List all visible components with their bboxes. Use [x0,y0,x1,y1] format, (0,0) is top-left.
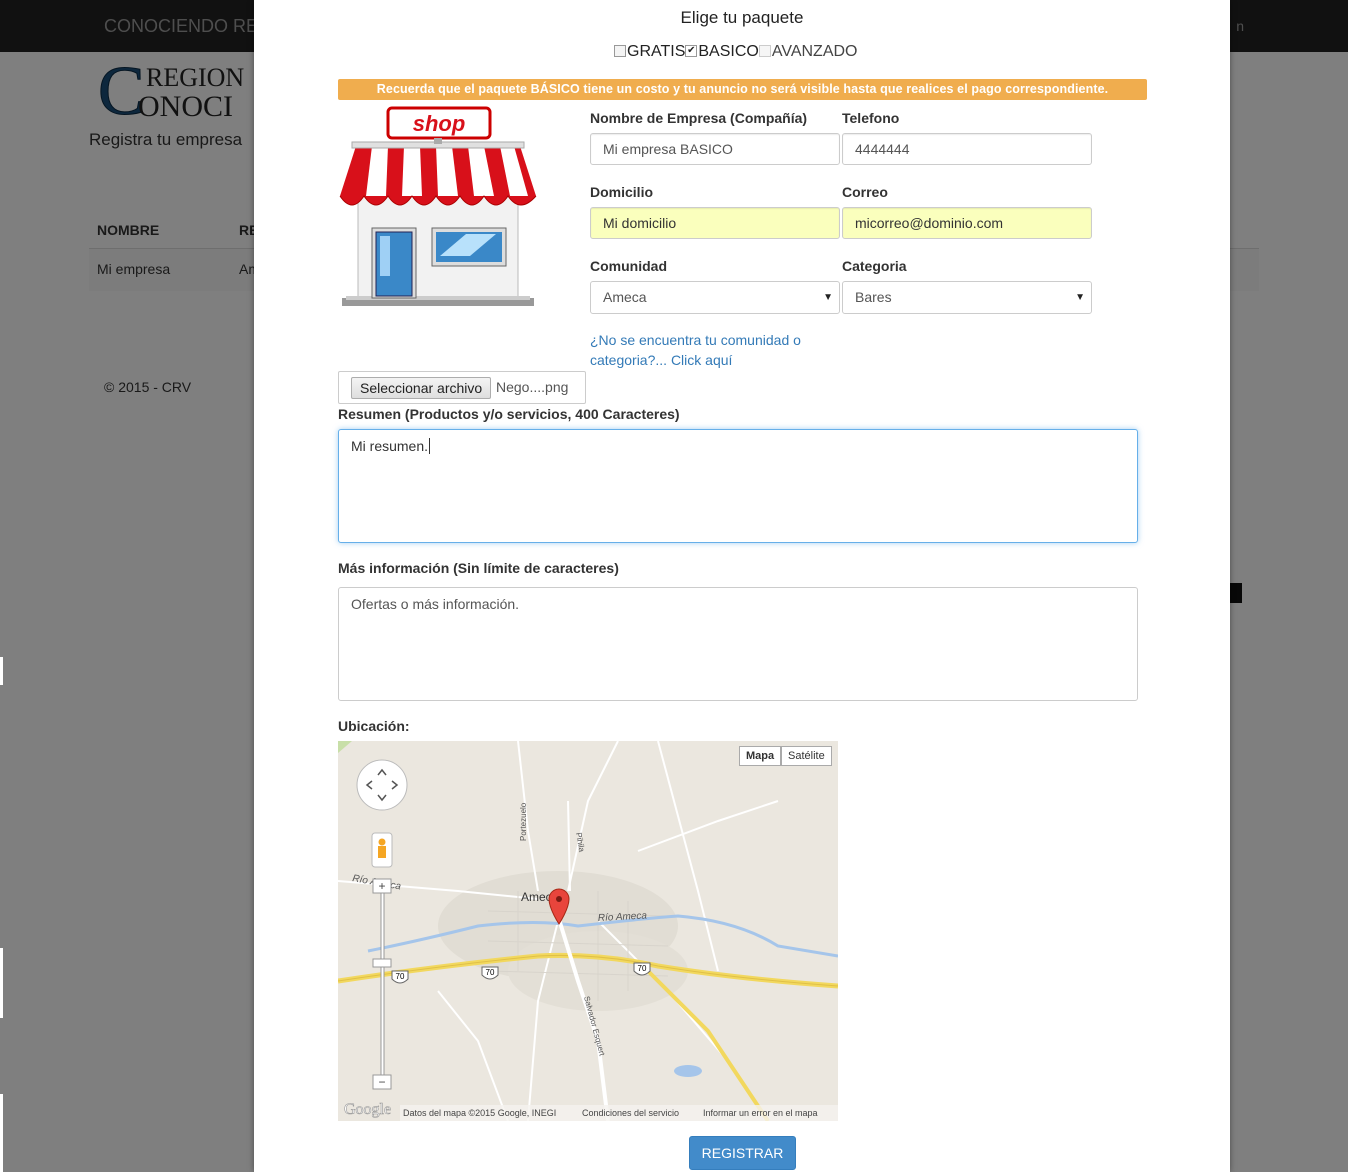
route-label: 70 [396,972,405,981]
community-select-value: Ameca [603,289,647,305]
pegman-icon[interactable] [372,833,392,867]
missing-community-link[interactable]: ¿No se encuentra tu comunidad o categori… [590,330,830,370]
route-label: 70 [486,968,495,977]
basico-checkbox[interactable]: ✔ [685,45,698,57]
summary-text: Mi resumen. [351,438,429,454]
street-label: Portezuelo [519,802,528,841]
basico-label: BASICO [698,43,759,60]
text-cursor [429,438,431,454]
gratis-label: GRATIS [627,43,686,60]
map-type-satellite-button[interactable]: Satélite [781,746,832,766]
package-selector: GRATIS ✔ BASICO AVANZADO [614,43,857,61]
more-info-textarea[interactable]: Ofertas o más información. [338,587,1138,701]
map-copyright: Datos del mapa ©2015 Google, INEGI [403,1108,556,1118]
summary-label: Resumen (Productos y/o servicios, 400 Ca… [338,406,680,422]
avanzado-label: AVANZADO [771,43,858,60]
more-info-placeholder: Ofertas o más información. [351,596,520,612]
email-label: Correo [842,184,888,200]
register-modal: Elige tu paquete GRATIS ✔ BASICO AVANZAD… [254,0,1230,1172]
route-label: 70 [638,964,647,973]
zoom-out-button[interactable] [373,1075,391,1089]
category-select[interactable]: Bares ▼ [842,281,1092,314]
chevron-down-icon: ▼ [823,292,833,303]
shop-sign-text: shop [413,111,466,136]
map-report-link: Informar un error en el mapa [703,1108,818,1118]
company-label: Nombre de Empresa (Compañía) [590,110,808,126]
location-map[interactable]: 70 70 70 Río Ameca Río Ameca Portezuelo … [338,741,838,1121]
missing-link-line2: categoria?... Click aquí [590,352,733,368]
location-label: Ubicación: [338,718,410,734]
background-fragment [0,1094,3,1172]
company-input[interactable]: Mi empresa BASICO [590,133,840,165]
address-label: Domicilio [590,184,654,200]
summary-textarea[interactable]: Mi resumen. [338,429,1138,543]
logo-file-input[interactable]: Seleccionar archivo Nego....png [338,371,586,404]
category-select-value: Bares [855,289,892,305]
map-pan-control[interactable] [357,760,407,810]
phone-input[interactable]: 4444444 [842,133,1092,165]
choose-file-button[interactable]: Seleccionar archivo [351,377,492,399]
more-info-label: Más información (Sin límite de caractere… [338,560,619,576]
missing-link-line1: ¿No se encuentra tu comunidad o [590,332,801,348]
shop-illustration: shop [339,106,537,306]
category-label: Categoria [842,258,907,274]
map-canvas: 70 70 70 Río Ameca Río Ameca Portezuelo … [338,741,838,1121]
modal-title: Elige tu paquete [680,8,804,27]
map-type-map-button[interactable]: Mapa [739,746,782,766]
community-select[interactable]: Ameca ▼ [590,281,840,314]
package-cost-alert: Recuerda que el paquete BÁSICO tiene un … [338,79,1147,100]
zoom-in-button[interactable] [373,879,391,893]
chevron-down-icon: ▼ [1075,292,1085,303]
phone-label: Telefono [842,110,900,126]
community-label: Comunidad [590,258,667,274]
background-fragment [0,948,3,1018]
register-button[interactable]: REGISTRAR [689,1136,796,1170]
location-marker-icon[interactable] [549,889,569,924]
google-logo: Google [344,1101,391,1118]
email-input[interactable]: micorreo@dominio.com [842,207,1092,239]
map-terms-link: Condiciones del servicio [582,1108,679,1118]
avanzado-checkbox [758,45,771,57]
background-fragment [0,657,3,685]
address-input[interactable]: Mi domicilio [590,207,840,239]
selected-file-name: Nego....png [496,379,569,395]
gratis-checkbox[interactable] [614,45,626,57]
